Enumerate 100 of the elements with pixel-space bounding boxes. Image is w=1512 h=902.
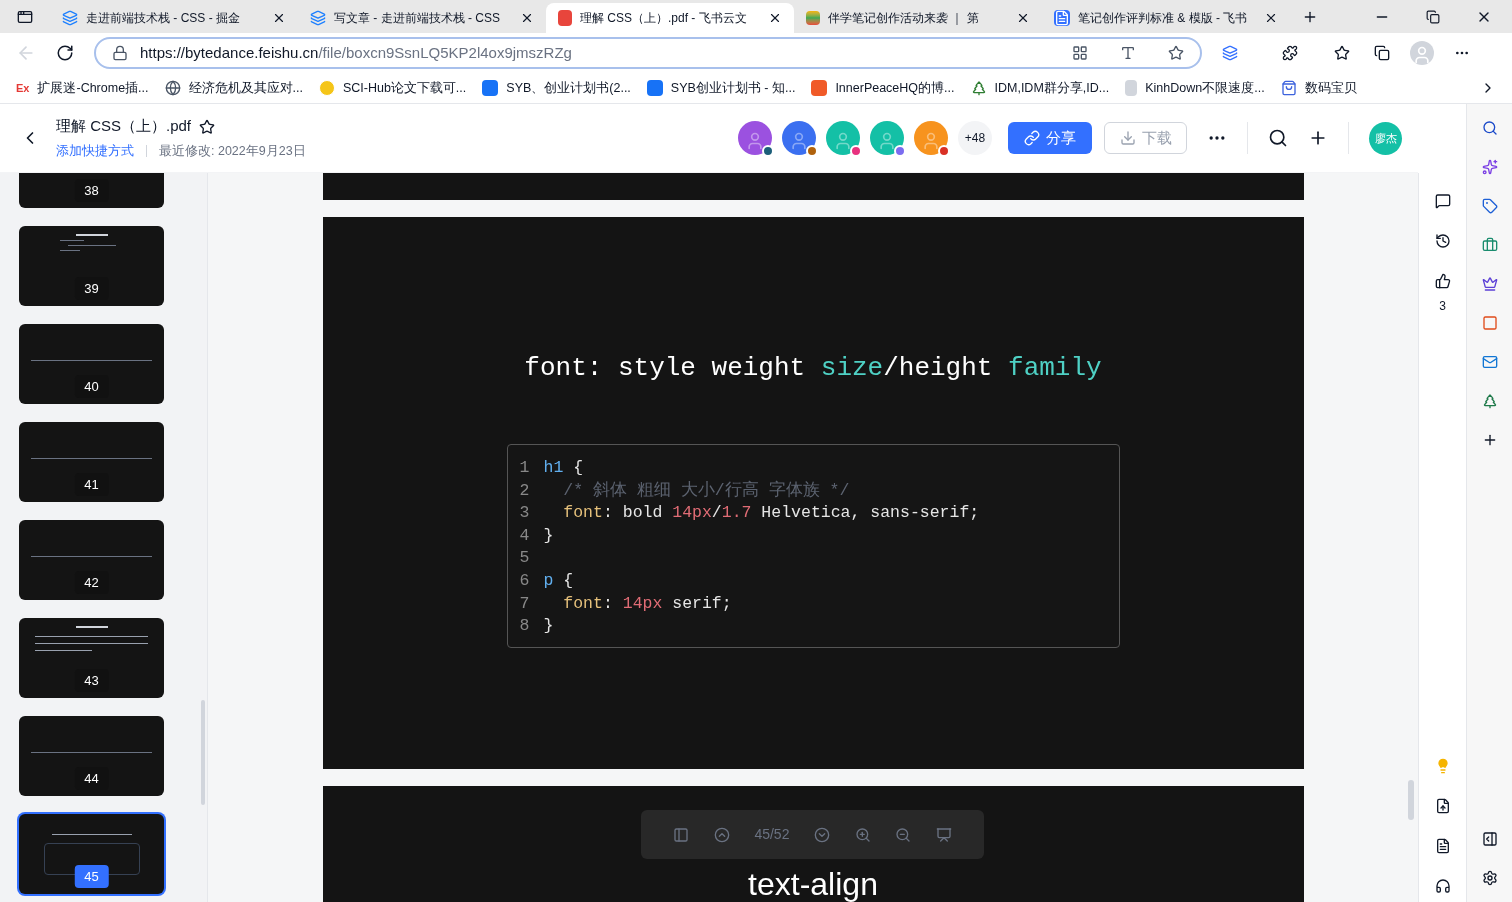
close-icon[interactable]	[1016, 11, 1030, 25]
toolbox-icon[interactable]	[1481, 237, 1498, 253]
sidebar-icon[interactable]	[673, 826, 690, 843]
add-favorite-icon[interactable]	[1168, 45, 1184, 61]
line-number: 3	[519, 502, 531, 525]
star-icon[interactable]	[199, 118, 216, 135]
page-thumbnail[interactable]: 39	[19, 226, 164, 306]
code-token: {	[562, 569, 574, 592]
bookmark[interactable]: 数码宝贝	[1280, 78, 1373, 98]
add-shortcut-link[interactable]: 添加快捷方式	[56, 141, 134, 161]
scrollbar-thumb[interactable]	[1408, 780, 1414, 820]
code-token: /	[711, 502, 722, 525]
tag-icon[interactable]	[1481, 198, 1498, 214]
bookmark[interactable]: SYB创业计划书 - 知...	[646, 78, 812, 98]
like-icon[interactable]	[1434, 273, 1451, 289]
browser-tab[interactable]: 理解 CSS（上）.pdf - 飞书云文	[546, 3, 794, 33]
browser-tab[interactable]: 伴学笔记创作活动来袭 ｜ 第	[794, 3, 1042, 33]
slide-heading: text-align	[748, 866, 878, 902]
collections-icon[interactable]	[1374, 45, 1390, 61]
bookmark[interactable]: SCI-Hub论文下载可...	[318, 78, 483, 98]
line-number: 6	[519, 569, 531, 592]
read-aloud-icon[interactable]	[1120, 45, 1136, 61]
page-thumbnail[interactable]: 38	[19, 173, 164, 208]
page-number: 45	[74, 864, 109, 888]
code-token: h1	[543, 457, 564, 479]
tab-title: 写文章 - 走进前端技术栈 - CSS	[334, 10, 501, 27]
avatar[interactable]	[738, 121, 772, 155]
person-silhouette-icon	[877, 131, 897, 151]
bookmark[interactable]: InnerPeaceHQ的博...	[811, 78, 971, 98]
page-thumbnail[interactable]: 42	[19, 520, 164, 600]
close-icon[interactable]	[1264, 11, 1278, 25]
line-number: 2	[519, 479, 531, 502]
layers-icon	[310, 10, 326, 26]
search-icon[interactable]	[1481, 120, 1498, 136]
page-thumbnail[interactable]: 40	[19, 324, 164, 404]
browser-tab[interactable]: 走进前端技术栈 - CSS - 掘金	[50, 3, 298, 33]
person-silhouette-icon	[745, 131, 765, 151]
link-icon	[1024, 130, 1040, 146]
presentation-icon[interactable]	[935, 826, 952, 843]
panel-icon[interactable]	[1481, 831, 1498, 847]
document-icon[interactable]	[1434, 838, 1451, 854]
address-bar[interactable]: https://bytedance.feishu.cn/file/boxcn9SsnLQ5KP2l4ox9jmszRZg	[94, 37, 1202, 69]
close-icon[interactable]	[272, 11, 286, 25]
tab-title: 笔记创作评判标准 & 模版 - 飞书	[1078, 10, 1249, 27]
bookmark[interactable]: SYB、创业计划书(2...	[482, 78, 647, 98]
code-token: font	[562, 592, 603, 615]
refresh-icon[interactable]	[56, 44, 74, 62]
bookmark[interactable]: Ex 扩展迷-Chrome插...	[16, 78, 165, 98]
page-thumbnail[interactable]: 41	[19, 422, 164, 502]
code-token: 1.7	[721, 502, 752, 525]
tree-icon[interactable]	[1481, 393, 1498, 409]
share-button[interactable]: 分享	[1008, 122, 1092, 154]
page-thumbnail[interactable]: 43	[19, 618, 164, 698]
tab-actions-icon[interactable]	[17, 8, 33, 25]
zoom-in-icon[interactable]	[854, 826, 871, 843]
sparkle-icon[interactable]	[1481, 159, 1498, 175]
page-indicator: 45/52	[754, 825, 790, 844]
comment-icon[interactable]	[1434, 193, 1451, 209]
bookmark[interactable]: IDM,IDM群分享,ID...	[970, 78, 1126, 98]
code-token: 14px	[622, 592, 663, 615]
browser-tab[interactable]: 笔记创作评判标准 & 模版 - 飞书	[1042, 3, 1290, 33]
bag-icon	[1280, 80, 1297, 96]
person-silhouette-icon	[789, 131, 809, 151]
next-page-icon[interactable]	[814, 826, 830, 843]
scrollbar-thumb[interactable]	[201, 700, 205, 805]
avatar[interactable]	[782, 121, 816, 155]
page-thumbnail[interactable]: 44	[19, 716, 164, 796]
line-number: 1	[519, 457, 531, 479]
code-token: }	[543, 615, 554, 638]
settings-icon[interactable]	[1481, 870, 1498, 886]
logo-text: Ex	[16, 82, 30, 94]
favorites-icon[interactable]	[1334, 45, 1350, 61]
line-number: 7	[519, 592, 531, 615]
grid-icon[interactable]	[1072, 45, 1088, 61]
file-upload-icon[interactable]	[1434, 798, 1451, 814]
close-icon[interactable]	[768, 11, 782, 25]
bookmark[interactable]: 经济危机及其应对...	[164, 78, 319, 98]
search-icon[interactable]	[1268, 128, 1288, 148]
collaborator-count[interactable]: +48	[958, 121, 992, 155]
close-icon[interactable]	[520, 11, 534, 25]
previous-page-icon[interactable]	[713, 826, 730, 843]
circle-logo-icon	[318, 80, 335, 96]
headset-icon[interactable]	[1434, 878, 1451, 894]
layers-icon[interactable]	[1222, 45, 1238, 61]
code-token: Helvetica, sans-serif;	[760, 502, 980, 525]
avatar[interactable]	[914, 121, 948, 155]
history-icon[interactable]	[1434, 233, 1451, 249]
document-icon	[1054, 10, 1070, 26]
browser-tab[interactable]: 写文章 - 走进前端技术栈 - CSS	[298, 3, 546, 33]
code-token: : bold	[602, 502, 664, 525]
zoom-out-icon[interactable]	[895, 826, 912, 843]
puzzle-icon[interactable]	[1282, 45, 1298, 61]
mail-icon[interactable]	[1481, 354, 1498, 370]
bookmark[interactable]: KinhDown不限速度...	[1125, 78, 1281, 98]
square-logo-icon	[482, 80, 499, 96]
avatar[interactable]	[870, 121, 904, 155]
restore-icon[interactable]	[1426, 9, 1440, 24]
tab-title: 走进前端技术栈 - CSS - 掘金	[86, 10, 241, 27]
avatar[interactable]	[826, 121, 860, 155]
page-thumbnail[interactable]: 45	[19, 814, 164, 894]
